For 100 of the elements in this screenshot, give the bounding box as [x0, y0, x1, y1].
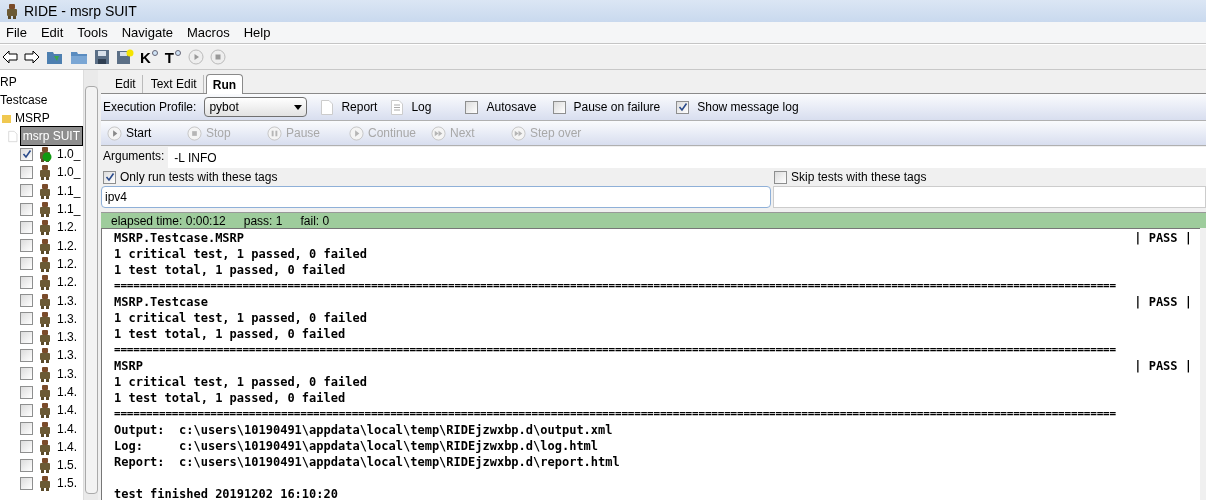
log-line: MSRP.Testcase.MSRP: [114, 230, 245, 246]
folder-icon: [2, 113, 11, 123]
tree-node[interactable]: 1.5.: [57, 474, 77, 493]
checkbox[interactable]: [20, 202, 33, 216]
checkbox[interactable]: [20, 367, 33, 381]
fail-count: fail: 0: [300, 212, 330, 230]
checkbox[interactable]: [20, 458, 33, 472]
tags-field[interactable]: [773, 186, 1206, 208]
tree-node[interactable]: 1.2.: [57, 218, 77, 237]
window-title: RIDE - msrp SUIT: [24, 1, 137, 21]
tree-node[interactable]: 1.0_: [57, 163, 81, 182]
field-label: Arguments:: [102, 148, 166, 165]
tree-node[interactable]: MSRP: [15, 109, 50, 127]
checkbox[interactable]: [20, 348, 33, 362]
checkbox[interactable]: [103, 170, 116, 184]
tab[interactable]: Text Edit: [144, 75, 204, 93]
tree-node[interactable]: 1.3.: [57, 346, 77, 365]
menu-item[interactable]: Tools: [77, 22, 108, 43]
save-all-icon[interactable]: [116, 49, 134, 65]
fast-forward-icon: [511, 125, 526, 141]
field-label: Execution Profile:: [103, 99, 197, 116]
stop-icon: [187, 125, 202, 141]
tree-node[interactable]: 1.2.: [57, 254, 77, 273]
checkbox[interactable]: [20, 275, 33, 289]
menu-item[interactable]: File: [6, 22, 27, 43]
tree-node[interactable]: 1.4.: [57, 383, 77, 401]
checkbox-label: Skip tests with these tags: [791, 169, 927, 186]
checkbox[interactable]: [20, 165, 33, 179]
checkbox[interactable]: [20, 184, 33, 198]
checkbox[interactable]: [676, 100, 690, 114]
checkbox[interactable]: [20, 422, 33, 436]
document-icon: [321, 99, 334, 115]
checkbox[interactable]: [20, 312, 33, 326]
log-line: 1 critical test, 1 passed, 0 failed: [114, 311, 367, 325]
checkbox[interactable]: [20, 385, 33, 399]
menu-item[interactable]: Navigate: [121, 22, 174, 43]
menu-item[interactable]: Edit: [40, 22, 64, 43]
fast-forward-icon: [431, 125, 446, 141]
folder-icon[interactable]: [70, 49, 88, 65]
profile-dropdown[interactable]: pybot: [204, 97, 308, 117]
tree-node[interactable]: 1.1_: [57, 200, 81, 219]
checkbox[interactable]: [20, 239, 33, 253]
scrollbar[interactable]: [83, 70, 98, 500]
checkbox[interactable]: [20, 147, 33, 161]
checkbox[interactable]: [20, 440, 33, 454]
save-icon[interactable]: [94, 49, 110, 65]
checkbox[interactable]: [20, 294, 33, 307]
toolbar-link[interactable]: Report: [341, 98, 378, 116]
forward-arrow-icon[interactable]: [24, 50, 40, 64]
separator-line: ============================================================================================================================================================: [114, 279, 1116, 292]
folder-open-icon[interactable]: [46, 49, 64, 65]
tree-node[interactable]: 1.2.: [57, 273, 77, 292]
checkbox[interactable]: [20, 477, 33, 490]
checkbox-label: Only run tests with these tags: [120, 169, 278, 186]
checkbox[interactable]: [20, 220, 33, 234]
log-line: Log: c:\users\10190491\appdata\local\temp\RIDEjzwxbp.d\log.html: [114, 439, 599, 453]
checkbox-label: Pause on failure: [573, 99, 661, 116]
checkbox[interactable]: [20, 403, 33, 417]
play-icon: [107, 125, 122, 141]
checkbox[interactable]: [774, 170, 787, 184]
tab[interactable]: Run: [205, 74, 244, 94]
checkbox[interactable]: [552, 100, 566, 114]
stop-icon[interactable]: [210, 49, 226, 65]
checkbox[interactable]: [20, 330, 33, 344]
tree-node[interactable]: 1.3.: [57, 364, 77, 383]
tree-node[interactable]: RP: [0, 73, 17, 91]
tree-node[interactable]: 1.1_: [57, 181, 81, 200]
log-line: Report: c:\users\10190491\appdata\local\temp\RIDEjzwxbp.d\report.html: [114, 455, 620, 469]
log-status: | PASS |: [1134, 358, 1192, 374]
back-arrow-icon[interactable]: [2, 50, 18, 64]
checkbox[interactable]: [465, 100, 479, 114]
log-line: MSRP.Testcase: [114, 294, 208, 310]
separator-line: ============================================================================================================================================================: [114, 407, 1116, 420]
checkbox[interactable]: [20, 257, 33, 271]
tree-node[interactable]: 1.4.: [57, 401, 77, 420]
tree-node[interactable]: 1.5.: [57, 456, 77, 475]
play-icon[interactable]: [188, 49, 204, 65]
arguments-field[interactable]: -L INFO: [168, 147, 1206, 168]
menu-item[interactable]: Macros: [187, 22, 230, 43]
tree-node[interactable]: Testcase: [0, 91, 48, 109]
pause-icon: [267, 125, 282, 141]
tree-node[interactable]: 1.4.: [57, 437, 77, 456]
log-line: test finished 20191202 16:10:20: [114, 487, 338, 500]
menu-item[interactable]: Help: [243, 22, 271, 43]
tree-node[interactable]: 1.0_: [57, 145, 81, 164]
log-status: | PASS |: [1134, 230, 1192, 246]
log-line: MSRP: [114, 358, 143, 374]
log-status: | PASS |: [1134, 294, 1192, 310]
tree-node[interactable]: 1.3.: [57, 309, 77, 328]
tree-node[interactable]: 1.3.: [57, 328, 77, 347]
tree-node[interactable]: 1.4.: [57, 419, 77, 438]
robot-icon: [4, 3, 20, 19]
tree-node[interactable]: 1.2.: [57, 236, 77, 255]
run-button[interactable]: Start: [107, 124, 187, 142]
tab[interactable]: Edit: [109, 75, 143, 93]
tags-field[interactable]: ipv4: [101, 186, 771, 208]
log-line: 1 critical test, 1 passed, 0 failed: [114, 375, 367, 389]
tree-node[interactable]: 1.3.: [57, 291, 77, 310]
elapsed-time: elapsed time: 0:00:12: [111, 212, 226, 230]
toolbar-link[interactable]: Log: [411, 98, 432, 116]
